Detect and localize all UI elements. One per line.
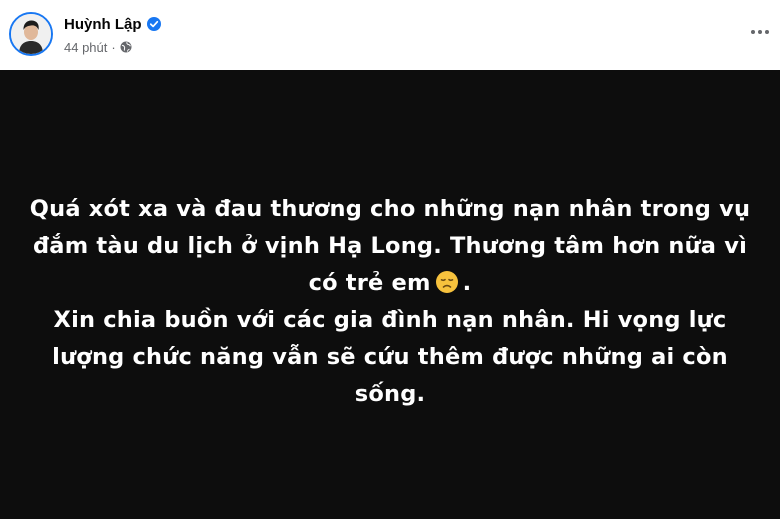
post-line-6: sống. [354, 380, 426, 407]
post-line-2: đắm tàu du lịch ở vịnh Hạ Long. Thương t… [33, 232, 747, 259]
post-line-5: lượng chức năng vẫn sẽ cứu thêm được nhữ… [52, 343, 728, 370]
post-line-4: Xin chia buồn với các gia đình nạn nhân.… [53, 306, 727, 333]
post-text: Quá xót xa và đau thương cho những nạn n… [20, 191, 760, 413]
avatar[interactable] [9, 12, 53, 56]
post-timestamp[interactable]: 44 phút [64, 40, 107, 55]
verified-badge-icon [146, 17, 161, 31]
post-line-3-end: . [462, 269, 472, 296]
post-header: Huỳnh Lập 44 phút · [0, 0, 780, 70]
meta-separator: · [111, 39, 116, 55]
post-line-3-text: có trẻ em [308, 269, 431, 296]
globe-icon[interactable] [120, 41, 132, 53]
author-name[interactable]: Huỳnh Lập [64, 16, 142, 33]
disappointed-face-emoji [435, 269, 459, 293]
more-options-icon[interactable] [746, 20, 774, 44]
post-content: Quá xót xa và đau thương cho những nạn n… [0, 70, 780, 519]
post-meta: 44 phút · [64, 38, 132, 56]
post-line-3: có trẻ em . [20, 265, 760, 302]
author-row: Huỳnh Lập [64, 14, 161, 34]
post-line-1: Quá xót xa và đau thương cho những nạn n… [29, 195, 751, 222]
